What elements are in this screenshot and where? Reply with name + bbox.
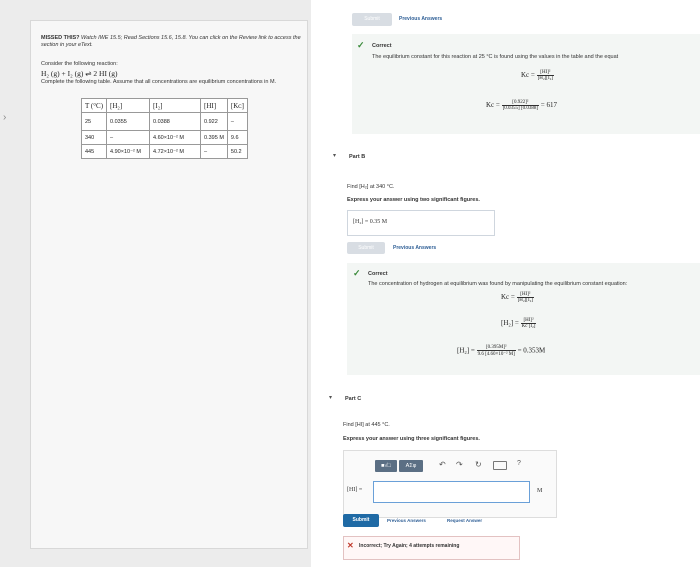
templates-button[interactable]: ■√□ (375, 460, 397, 472)
table-cell: 445 (80, 144, 108, 159)
table-row: 445 4.90×10⁻² M 4.72×10⁻² M – 50.2 (80, 144, 248, 159)
part-c-answer-label: [HI] = (347, 487, 363, 493)
part-c-question: Find [HI] at 445 °C. (343, 422, 390, 428)
header-cell: [H₂] (106, 98, 151, 113)
part-c-unit: M (537, 488, 543, 494)
collapse-part-b-icon[interactable]: ▾ (333, 152, 336, 159)
part-c-feedback-text: Incorrect; Try Again; 4 attempts remaini… (359, 543, 460, 549)
correct-label: Correct (368, 271, 388, 277)
part-c-previous-answers-link[interactable]: Previous Answers (387, 518, 426, 523)
table-cell: 4.90×10⁻² M (106, 144, 151, 159)
table-cell: 50.2 (226, 144, 248, 159)
header-cell: T (°C) (80, 98, 108, 113)
table-cell: 25 (80, 112, 108, 131)
part-b-answer: [H₂] = 0.35 M (353, 219, 388, 225)
answer-panel: Submit Previous Answers ✓ Correct The eq… (311, 0, 700, 567)
undo-icon[interactable]: ↶ (439, 460, 446, 469)
part-c-answer-input[interactable] (373, 481, 530, 503)
part-a-feedback-box (352, 34, 700, 134)
check-icon: ✓ (353, 268, 361, 278)
part-c-title: Part C (345, 396, 362, 402)
table-cell: 0.0388 (149, 112, 202, 131)
table-cell: 0.922 (200, 112, 228, 131)
h2-calculation: [H₂] = [0.395M]² 9.6 [4.60×10⁻² M] = 0.35… (457, 345, 546, 357)
table-row: 25 0.0355 0.0388 0.922 – (80, 112, 248, 131)
part-b-instruction: Express your answer using two significan… (347, 197, 480, 203)
help-icon[interactable]: ? (517, 460, 521, 467)
part-c-submit-button[interactable]: Submit (343, 514, 379, 527)
kc-calculation: Kc = [0.922]² [0.0355] [0.0388] = 617 (486, 100, 557, 111)
part-b-explanation: The concentration of hydrogen at equilib… (368, 281, 628, 287)
h2-rearranged-equation: [H₂] = [HI]² Kc [I₂] (501, 318, 537, 329)
part-b-title: Part B (349, 154, 366, 160)
part-c-instruction: Express your answer using three signific… (343, 436, 480, 442)
redo-icon[interactable]: ↷ (456, 460, 463, 469)
table-header-row: T (°C) [H₂] [I₂] [HI] [Kᴄ] (80, 98, 248, 113)
collapse-part-c-icon[interactable]: ▾ (329, 394, 332, 401)
table-cell: 0.395 M (200, 130, 228, 145)
part-a-previous-answers-link[interactable]: Previous Answers (399, 16, 442, 22)
part-a-explanation: The equilibrium constant for this reacti… (372, 54, 619, 60)
header-cell: [I₂] (149, 98, 202, 113)
close-icon: ✕ (347, 541, 354, 550)
table-cell: – (106, 130, 151, 145)
reset-icon[interactable]: ↻ (475, 460, 482, 469)
table-cell: – (200, 144, 228, 159)
kc-equation: Kc = [HI]² [H₂][I₂] (501, 292, 535, 303)
kc-equation: Kc = [HI]² [H₂][I₂] (521, 70, 555, 81)
header-cell: [Kᴄ] (226, 98, 248, 113)
correct-label: Correct (372, 43, 392, 49)
concentration-table: T (°C) [H₂] [I₂] [HI] [Kᴄ] 25 0.0355 0.0… (80, 98, 248, 159)
reaction-intro: Consider the following reaction: (41, 61, 118, 67)
table-cell: 0.0355 (106, 112, 151, 131)
check-icon: ✓ (357, 40, 365, 50)
expand-chevron-icon[interactable]: › (3, 112, 6, 123)
table-cell: 4.60×10⁻² M (149, 130, 202, 145)
part-b-submit-button[interactable]: Submit (347, 242, 385, 254)
missed-this-text: MISSED THIS? Watch IWE 15.5; Read Sectio… (41, 35, 301, 48)
table-row: 340 – 4.60×10⁻² M 0.395 M 9.6 (80, 130, 248, 145)
request-answer-link[interactable]: Request Answer (447, 518, 482, 523)
part-b-previous-answers-link[interactable]: Previous Answers (393, 245, 436, 251)
header-cell: [HI] (200, 98, 228, 113)
part-a-submit-button[interactable]: Submit (352, 13, 392, 26)
table-cell: 4.72×10⁻² M (149, 144, 202, 159)
table-cell: 340 (80, 130, 108, 145)
problem-statement-panel: MISSED THIS? Watch IWE 15.5; Read Sectio… (30, 20, 308, 549)
greek-symbols-button[interactable]: AΣφ (399, 460, 423, 472)
part-b-answer-box: [H₂] = 0.35 M (347, 210, 495, 236)
keyboard-icon[interactable] (493, 461, 507, 470)
table-cell: – (226, 112, 248, 131)
table-intro: Complete the following table. Assume tha… (41, 79, 277, 85)
part-b-question: Find [H₂] at 340 °C. (347, 184, 395, 190)
reaction-equation: H₂ (g) + I₂ (g) ⇌ 2 HI (g) (41, 69, 118, 78)
table-cell: 9.6 (226, 130, 248, 145)
